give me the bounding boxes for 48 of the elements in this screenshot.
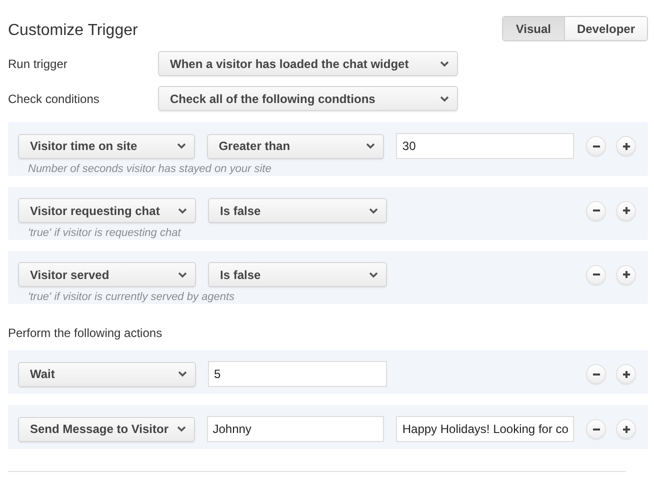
- mode-tab[interactable]: Developer: [564, 17, 647, 40]
- add-button[interactable]: [616, 136, 636, 156]
- plus-icon: [622, 370, 630, 378]
- chevron-icon: [178, 272, 187, 278]
- chevron-icon: [366, 143, 376, 149]
- chevron-icon: [178, 371, 187, 377]
- input-field[interactable]: Johnny: [206, 416, 384, 442]
- dropdown[interactable]: Send Message to Visitor: [18, 416, 195, 442]
- chevron-icon: [178, 208, 187, 214]
- dropdown[interactable]: Is false: [208, 198, 387, 223]
- add-button[interactable]: [616, 264, 636, 284]
- chevron-icon: [176, 426, 186, 432]
- remove-button[interactable]: [586, 419, 606, 439]
- remove-button[interactable]: [586, 264, 606, 284]
- section-label: Perform the following actions: [7, 325, 164, 342]
- plus-icon: [622, 206, 630, 215]
- page-title: Customize Trigger: [8, 22, 138, 40]
- mode-tab[interactable]: Visual: [502, 17, 565, 40]
- dropdown[interactable]: Visitor time on site: [18, 134, 195, 158]
- plus-icon: [622, 270, 630, 279]
- hint-text: 'true' if visitor is requesting chat: [27, 226, 182, 240]
- hint-text: 'true' if visitor is currently served by agents: [27, 290, 236, 304]
- chevron-icon: [369, 208, 378, 214]
- input-field[interactable]: 5: [208, 361, 387, 387]
- plus-icon: [622, 142, 630, 150]
- add-button[interactable]: [616, 200, 636, 220]
- hint-text: Number of seconds visitor has stayed on your site: [27, 162, 272, 176]
- input-field[interactable]: Happy Holidays! Looking for co: [396, 416, 574, 442]
- input-field[interactable]: 30: [396, 133, 574, 159]
- dropdown[interactable]: Is false: [208, 262, 387, 287]
- dropdown[interactable]: Wait: [18, 362, 196, 386]
- remove-button[interactable]: [586, 364, 606, 384]
- field-label: Run trigger: [8, 56, 68, 70]
- add-button[interactable]: [616, 419, 636, 439]
- dropdown[interactable]: Visitor requesting chat: [18, 198, 196, 223]
- chevron-icon: [369, 272, 378, 278]
- chevron-icon: [440, 60, 449, 66]
- chevron-icon: [176, 143, 186, 149]
- add-button[interactable]: [616, 364, 636, 384]
- field-label: Check conditions: [8, 92, 100, 106]
- plus-icon: [622, 424, 630, 434]
- dropdown[interactable]: Check all of the following condtions: [158, 86, 458, 111]
- dropdown[interactable]: When a visitor has loaded the chat widget: [158, 51, 458, 76]
- dropdown[interactable]: Greater than: [206, 134, 384, 158]
- chevron-icon: [440, 96, 449, 102]
- dropdown[interactable]: Visitor served: [18, 262, 196, 287]
- remove-button[interactable]: [586, 200, 606, 220]
- remove-button[interactable]: [586, 136, 606, 156]
